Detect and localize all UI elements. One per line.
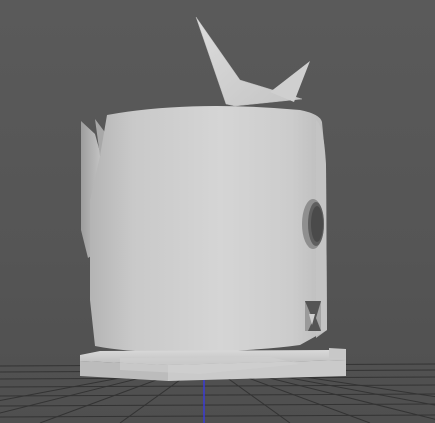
tooth-notch (305, 301, 321, 331)
viewport-canvas[interactable] (0, 0, 435, 423)
tower-model[interactable] (80, 16, 346, 381)
base-platform (80, 348, 346, 381)
cylinder-body (90, 106, 327, 352)
window-hole (302, 199, 324, 249)
3d-viewport[interactable] (0, 0, 435, 423)
